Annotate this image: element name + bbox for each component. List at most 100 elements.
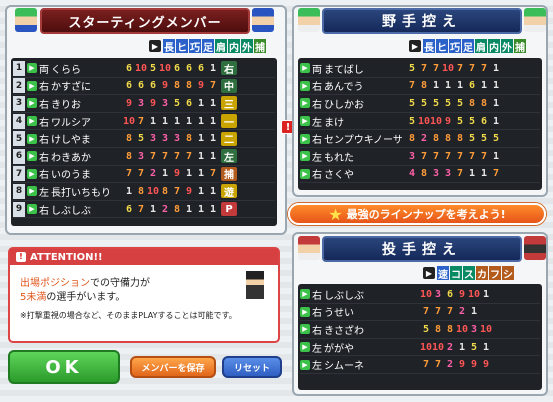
select-arrow-icon[interactable]: ▶ [300, 359, 310, 370]
lineup-row[interactable]: 8 ▶ 左長打いちもり 1 8 10 8 7 9 1 1 遊 [13, 183, 275, 201]
col-outfield[interactable]: 外 [241, 39, 253, 54]
select-arrow-icon[interactable]: ▶ [300, 63, 310, 74]
select-arrow-icon[interactable]: ▶ [300, 151, 310, 162]
col-catcher[interactable]: 捕 [254, 39, 266, 54]
col-arm[interactable]: 肩 [215, 39, 227, 54]
stat-value: 1 [149, 203, 157, 215]
position-badge[interactable]: 右 [221, 61, 237, 76]
save-members-button[interactable]: メンバーを保存 [130, 356, 216, 378]
bench-row[interactable]: ▶ 左まけ 5 10 10 9 5 5 6 1 [300, 113, 540, 131]
col-speed[interactable]: 足 [462, 39, 474, 54]
position-badge[interactable]: 遊 [221, 184, 237, 199]
position-badge[interactable]: P [221, 202, 237, 217]
col-arm[interactable]: 肩 [475, 39, 487, 54]
col-infield[interactable]: 内 [228, 39, 240, 54]
stat-value: 1 [197, 203, 205, 215]
sort-arrow-icon[interactable]: ▶ [423, 267, 435, 279]
player-name: ワルシア [51, 117, 91, 129]
bench-row[interactable]: ▶ 右センプウキノーサ 8 2 8 8 8 5 5 5 [300, 130, 540, 148]
select-arrow-icon[interactable]: ▶ [300, 342, 310, 353]
pitcher-row[interactable]: ▶ 右しぶしぶ 10 3 6 9 10 1 [300, 286, 540, 304]
col-stamina[interactable]: ス [463, 266, 475, 281]
select-arrow-icon[interactable]: ▶ [27, 204, 37, 215]
bench-row[interactable]: ▶ 右さくや 4 8 3 3 7 1 1 7 [300, 166, 540, 184]
sort-arrow-icon[interactable]: ▶ [149, 40, 161, 52]
select-arrow-icon[interactable]: ▶ [300, 289, 310, 300]
select-arrow-icon[interactable]: ▶ [300, 168, 310, 179]
stat-value: 6 [137, 80, 145, 92]
lineup-row[interactable]: 2 ▶ 右かすざに 6 6 6 9 8 8 9 7 中 [13, 78, 275, 96]
col-skill[interactable]: 巧 [189, 39, 201, 54]
select-arrow-icon[interactable]: ▶ [27, 98, 37, 109]
select-arrow-icon[interactable]: ▶ [27, 151, 37, 162]
lineup-row[interactable]: 7 ▶ 右いのうま 7 7 2 1 9 1 1 7 捕 [13, 166, 275, 184]
position-badge[interactable]: 捕 [221, 166, 237, 181]
bench-row[interactable]: ▶ 右ひしかお 5 5 5 5 5 8 8 1 [300, 95, 540, 113]
stat-value: 1 [209, 97, 217, 109]
select-arrow-icon[interactable]: ▶ [300, 98, 310, 109]
lineup-row[interactable]: 9 ▶ 右しぶしぶ 6 7 1 2 8 1 1 1 P [13, 201, 275, 219]
col-velocity[interactable]: 速 [437, 266, 449, 281]
ok-button[interactable]: OK [8, 350, 120, 384]
col-control[interactable]: コ [450, 266, 462, 281]
select-arrow-icon[interactable]: ▶ [27, 80, 37, 91]
stat-value: 3 [408, 150, 416, 162]
stat-value: 10 [418, 115, 431, 127]
col-curve[interactable]: カ [476, 266, 488, 281]
sort-arrow-icon[interactable]: ▶ [409, 40, 421, 52]
pitcher-row[interactable]: ▶ 右うせい 7 7 7 2 1 [300, 304, 540, 322]
position-badge[interactable]: 二 [221, 131, 237, 146]
pitcher-row[interactable]: ▶ 左シムーネ 7 7 2 9 9 9 [300, 356, 540, 374]
col-contact[interactable]: ヒ [436, 39, 448, 54]
select-arrow-icon[interactable]: ▶ [300, 133, 310, 144]
starting-table: 1 ▶ 両くらら 6 10 5 10 6 6 6 1 右 2 ▶ 右かすざに 6 6 6 9 8 8 9 7 中 3 ▶ 右きりお 9… [11, 58, 277, 226]
select-arrow-icon[interactable]: ▶ [27, 186, 37, 197]
col-contact[interactable]: ヒ [176, 39, 188, 54]
select-arrow-icon[interactable]: ▶ [27, 168, 37, 179]
col-fork[interactable]: フ [489, 266, 501, 281]
attention-message: 出場ポジションでの守備力が 5未満の選手がいます。 ※打撃重視の場合など、そのま… [10, 265, 278, 323]
col-infield[interactable]: 内 [488, 39, 500, 54]
lineup-row[interactable]: 5 ▶ 右けしやま 8 5 3 3 3 8 1 1 二 [13, 130, 275, 148]
col-outfield[interactable]: 外 [501, 39, 513, 54]
stat-value: 8 [444, 133, 452, 145]
reset-button[interactable]: リセット [222, 356, 282, 378]
position-badge[interactable]: 三 [221, 96, 237, 111]
position-badge[interactable]: 左 [221, 149, 237, 164]
col-shoot[interactable]: シ [502, 266, 514, 281]
bench-column-headers: ▶ 長 ヒ 巧 足 肩 内 外 捕 [409, 39, 527, 54]
select-arrow-icon[interactable]: ▶ [300, 324, 310, 335]
lineup-row[interactable]: 3 ▶ 右きりお 9 3 9 3 5 6 1 1 三 [13, 95, 275, 113]
col-power[interactable]: 長 [163, 39, 175, 54]
col-speed[interactable]: 足 [202, 39, 214, 54]
position-badge[interactable]: 中 [221, 78, 237, 93]
select-arrow-icon[interactable]: ▶ [300, 116, 310, 127]
stat-value: 7 [137, 115, 145, 127]
pitcher-row[interactable]: ▶ 左ががや 10 10 2 1 5 1 [300, 339, 540, 357]
lineup-row[interactable]: 4 ▶ 右ワルシア 10 7 1 1 1 1 1 1 一 [13, 113, 275, 131]
bench-row[interactable]: ▶ 右あんでう 7 8 1 1 1 6 1 1 [300, 78, 540, 96]
stat-value: 1 [432, 80, 440, 92]
select-arrow-icon[interactable]: ▶ [300, 80, 310, 91]
player-stats: 10 7 1 1 1 1 1 1 [123, 116, 219, 127]
select-arrow-icon[interactable]: ▶ [27, 133, 37, 144]
pitcher-row[interactable]: ▶ 右きさざわ 5 8 8 10 3 10 [300, 321, 540, 339]
handedness: 右 [312, 308, 322, 320]
starting-title: スターティングメンバー [40, 8, 250, 34]
mascot-icon [15, 8, 37, 32]
select-arrow-icon[interactable]: ▶ [27, 63, 37, 74]
position-badge[interactable]: 一 [221, 114, 237, 129]
col-power[interactable]: 長 [423, 39, 435, 54]
batting-order-number: 3 [13, 95, 25, 111]
mascot-icon [298, 8, 320, 32]
col-skill[interactable]: 巧 [449, 39, 461, 54]
lineup-row[interactable]: 6 ▶ 右わきあか 8 3 7 7 7 7 1 1 左 [13, 148, 275, 166]
stat-value: 6 [446, 288, 454, 300]
select-arrow-icon[interactable]: ▶ [27, 116, 37, 127]
lineup-row[interactable]: 1 ▶ 両くらら 6 10 5 10 6 6 6 1 右 [13, 60, 275, 78]
col-catcher[interactable]: 捕 [514, 39, 526, 54]
select-arrow-icon[interactable]: ▶ [300, 306, 310, 317]
stat-value: 1 [492, 97, 500, 109]
bench-row[interactable]: ▶ 左もれた 3 7 7 7 7 7 7 1 [300, 148, 540, 166]
bench-row[interactable]: ▶ 両まてばし 5 7 7 10 7 7 7 1 [300, 60, 540, 78]
